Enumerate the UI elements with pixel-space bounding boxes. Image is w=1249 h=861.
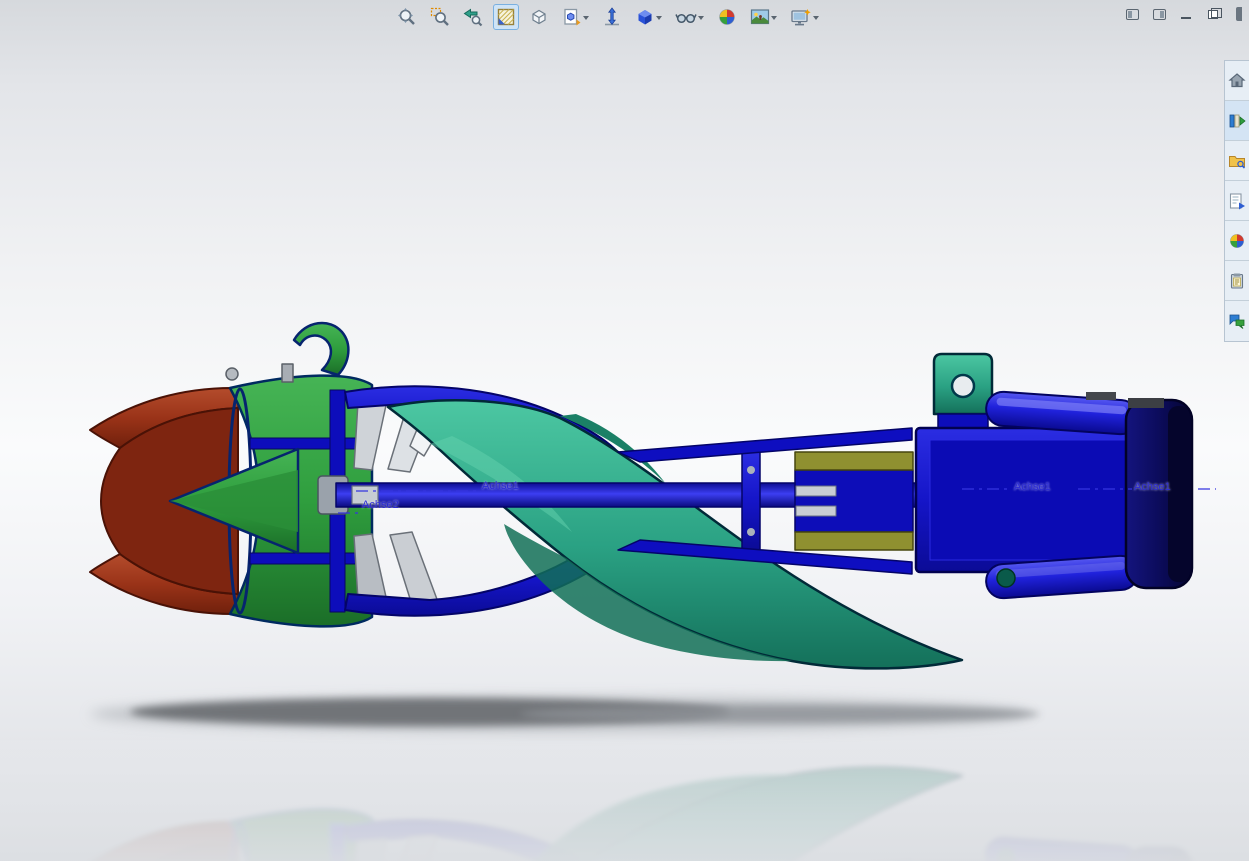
tab-view-palette[interactable] (1225, 181, 1249, 221)
view-orientation-cube-icon (529, 7, 549, 27)
heads-up-view-toolbar (394, 4, 822, 30)
toggle-left-pane-button[interactable] (1123, 6, 1141, 22)
close-icon (1236, 7, 1242, 21)
home-icon (1228, 72, 1246, 90)
dropdown-caret-icon[interactable] (771, 16, 777, 23)
restore-button[interactable] (1204, 6, 1222, 22)
zoom-to-fit-button[interactable] (394, 4, 420, 30)
model-shadow (90, 696, 1040, 732)
tab-solidworks-resources[interactable] (1225, 61, 1249, 101)
3d-drawing-view-icon (562, 7, 582, 27)
previous-view-button[interactable] (460, 4, 486, 30)
cad-application-window: Achse1Achse2Achse1Achse1 (0, 0, 1249, 861)
tab-appearances-scenes[interactable] (1225, 221, 1249, 261)
edit-appearance-button[interactable] (714, 4, 740, 30)
appearance-ball-icon (717, 7, 737, 27)
tab-design-library[interactable] (1225, 101, 1249, 141)
dropdown-caret-icon[interactable] (698, 16, 704, 23)
minimize-button[interactable] (1177, 6, 1195, 22)
design-library-icon (1228, 112, 1246, 130)
dropdown-caret-icon[interactable] (583, 16, 589, 23)
3d-drawing-view-button[interactable] (559, 4, 592, 30)
model-jet-drive (90, 323, 1216, 668)
pane-right-icon (1153, 9, 1166, 20)
task-pane-tabs (1224, 60, 1249, 342)
normal-to-arrow-icon (602, 7, 622, 27)
minimize-icon (1181, 17, 1191, 19)
pane-left-icon (1126, 9, 1139, 20)
apply-scene-button[interactable] (747, 4, 780, 30)
section-view-icon (496, 7, 516, 27)
view-palette-icon (1228, 192, 1246, 210)
viewport-canvas[interactable]: Achse1Achse2Achse1Achse1 (0, 0, 1249, 861)
view-settings-monitor-icon (790, 7, 812, 27)
toggle-right-pane-button[interactable] (1150, 6, 1168, 22)
shaded-cube-icon (635, 7, 655, 27)
normal-to-button[interactable] (599, 4, 625, 30)
previous-view-icon (463, 7, 483, 27)
tab-solidworks-forum[interactable] (1225, 301, 1249, 341)
forum-chat-icon (1228, 312, 1246, 330)
window-controls (1123, 6, 1249, 22)
custom-properties-icon (1228, 272, 1246, 290)
appearances-ball-icon (1228, 232, 1246, 250)
dropdown-caret-icon[interactable] (656, 16, 662, 23)
view-settings-button[interactable] (787, 4, 822, 30)
restore-icon (1208, 10, 1218, 19)
folder-icon (1228, 152, 1246, 170)
dropdown-caret-icon[interactable] (813, 16, 819, 23)
section-view-button[interactable] (493, 4, 519, 30)
display-style-button[interactable] (632, 4, 665, 30)
zoom-to-fit-icon (397, 7, 417, 27)
tab-file-explorer[interactable] (1225, 141, 1249, 181)
zoom-to-area-button[interactable] (427, 4, 453, 30)
eyeglasses-icon (675, 7, 697, 27)
view-orientation-button[interactable] (526, 4, 552, 30)
scene-photo-icon (750, 7, 770, 27)
model-3d-view (0, 0, 1249, 861)
close-button[interactable] (1231, 6, 1249, 22)
floor-fade (0, 740, 1249, 861)
tab-custom-properties[interactable] (1225, 261, 1249, 301)
hide-show-items-button[interactable] (672, 4, 707, 30)
zoom-to-area-icon (430, 7, 450, 27)
